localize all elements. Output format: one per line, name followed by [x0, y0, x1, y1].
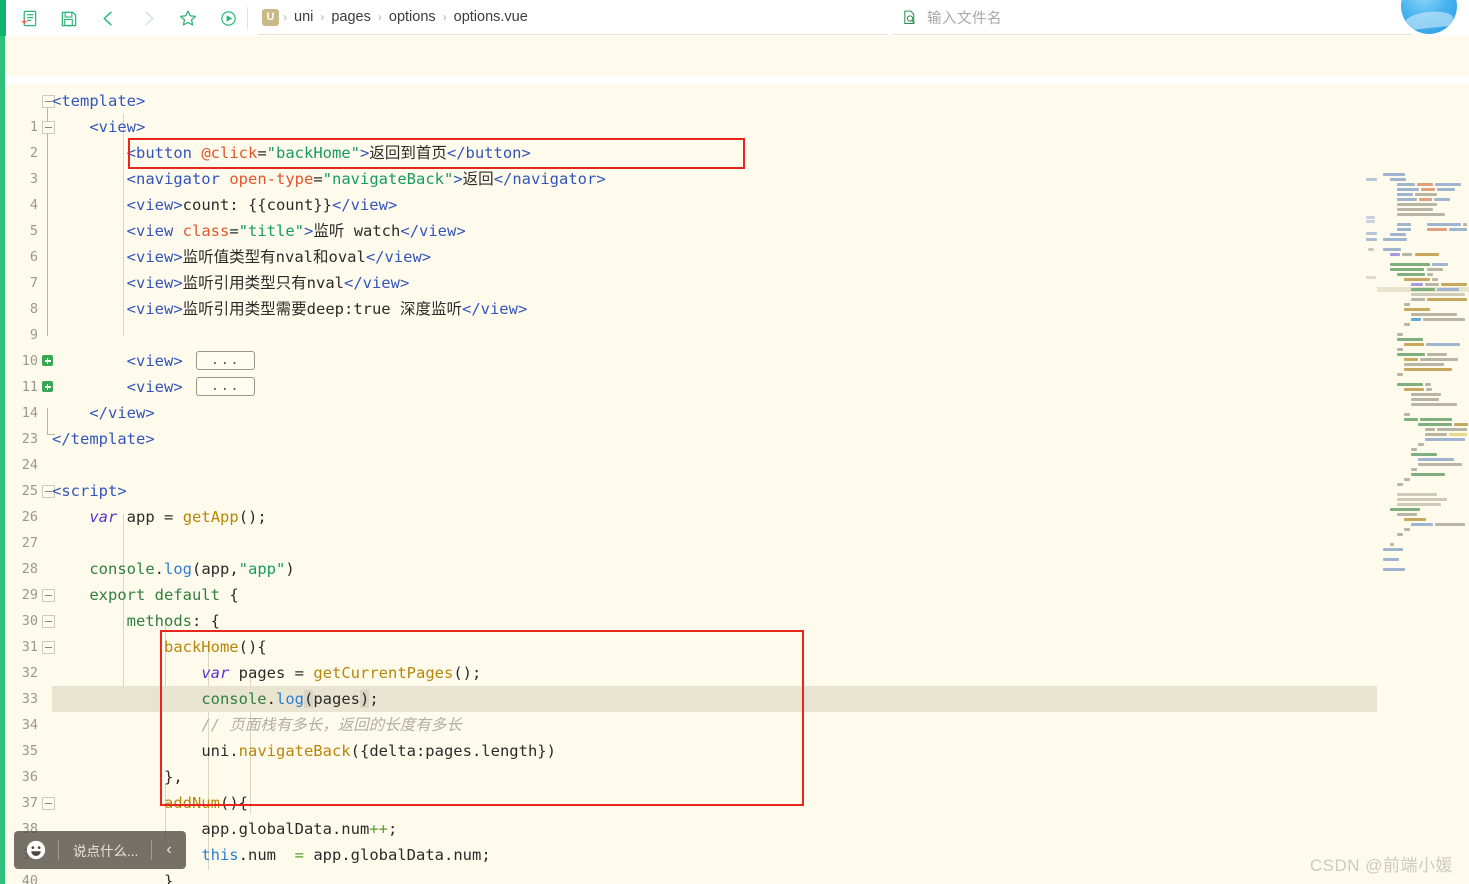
code-line[interactable]: 34 console.log(pages); — [0, 686, 1380, 733]
toolbar: U › uni › pages › options › options.vue … — [0, 0, 1469, 36]
line-text: var app = getApp(); — [89, 508, 267, 526]
scroll-marker — [1366, 220, 1375, 223]
code-line[interactable]: 30 export default { — [0, 582, 1380, 629]
breadcrumb-item-uni[interactable]: uni — [288, 9, 319, 25]
line-text: } — [163, 872, 174, 884]
line-text: console.log(app,"app") — [89, 560, 295, 578]
code-line[interactable]: 6 <view class="title">监听 watch</view> — [0, 218, 1380, 265]
line-text: methods: { — [126, 612, 220, 630]
breadcrumb-item-options-vue[interactable]: options.vue — [448, 9, 534, 25]
code-line[interactable]: 24 </template> — [0, 426, 1380, 473]
left-accent-rail-top — [0, 0, 6, 36]
line-text: <view> ... — [52, 348, 256, 374]
code-line[interactable]: 9 <view>监听引用类型需要deep:true 深度监听</view> — [0, 296, 1380, 343]
collapsed-code-chip[interactable]: ... — [196, 377, 256, 396]
line-text: <view> — [89, 118, 146, 136]
code-line[interactable]: 33 var pages = getCurrentPages(); — [0, 660, 1380, 707]
code-line[interactable]: 8 <view>监听引用类型只有nval</view> — [0, 270, 1380, 317]
code-editor[interactable]: 1 <template> 2 <view> 3 <button @click="… — [0, 84, 1469, 884]
project-badge-icon: U — [262, 8, 279, 26]
code-line[interactable]: 11 <view> ... — [0, 348, 1380, 395]
code-line[interactable]: 31 methods: { — [0, 608, 1380, 655]
code-line[interactable]: 38 addNum(){ — [0, 790, 1380, 837]
code-content[interactable]: 1 <template> 2 <view> 3 <button @click="… — [0, 88, 1380, 884]
line-text: <view>count: {{count}}</view> — [126, 196, 398, 214]
code-line[interactable]: 23 </view> — [0, 400, 1380, 447]
line-text: console.log(pages); — [201, 690, 379, 708]
line-text: <view>监听值类型有nval和oval</view> — [126, 248, 432, 266]
user-avatar[interactable] — [1401, 0, 1457, 34]
code-line[interactable]: 36 uni.navigateBack({delta:pages.length}… — [0, 738, 1380, 785]
code-line[interactable]: 10 — [0, 322, 1380, 369]
left-accent-rail — [0, 36, 5, 884]
code-line[interactable]: 39 app.globalData.num++; — [0, 816, 1380, 863]
code-line[interactable]: 40 this.num = app.globalData.num; — [0, 842, 1380, 884]
code-line[interactable]: 28 — [0, 530, 1380, 577]
comment-input-placeholder[interactable]: 说点什么... — [59, 840, 151, 860]
forward-arrow-icon[interactable] — [128, 0, 168, 36]
back-arrow-icon[interactable] — [88, 0, 128, 36]
line-text: </view> — [89, 404, 155, 422]
toolbar-icon-group — [8, 0, 248, 36]
new-file-icon[interactable] — [8, 0, 48, 36]
line-text: export default { — [89, 586, 239, 604]
file-search-icon — [901, 9, 918, 26]
line-text: // 页面栈有多长，返回的长度有多长 — [201, 716, 462, 734]
file-search-placeholder: 输入文件名 — [927, 10, 1002, 27]
code-line[interactable]: 25 — [0, 452, 1380, 499]
line-text: <button @click="backHome">返回到首页</button> — [126, 144, 531, 162]
scroll-marker — [1366, 216, 1375, 219]
collapse-chevron-icon[interactable]: ‹ — [152, 841, 186, 859]
code-line[interactable]: 4 <navigator open-type="navigateBack">返回… — [0, 166, 1380, 213]
line-text: <view> ... — [52, 374, 256, 400]
line-text: uni.navigateBack({delta:pages.length}) — [201, 742, 556, 760]
code-line[interactable]: 27 var app = getApp(); — [0, 504, 1380, 551]
code-line[interactable]: 35 // 页面栈有多长，返回的长度有多长 — [0, 712, 1380, 759]
minimap[interactable] — [1377, 172, 1469, 884]
code-line[interactable]: 37 }, — [0, 764, 1380, 811]
line-text: <template> — [52, 92, 146, 110]
smiley-icon[interactable] — [14, 839, 58, 861]
tab-bar — [0, 36, 1469, 76]
star-icon[interactable] — [168, 0, 208, 36]
code-line[interactable]: 5 <view>count: {{count}}</view> — [0, 192, 1380, 239]
scroll-marker — [1366, 232, 1377, 235]
line-text: }, — [163, 768, 183, 786]
code-line[interactable]: 7 <view>监听值类型有nval和oval</view> — [0, 244, 1380, 291]
scroll-marker — [1366, 238, 1377, 241]
scroll-marker-column[interactable] — [1363, 172, 1377, 884]
breadcrumb-item-pages[interactable]: pages — [325, 9, 377, 25]
line-text: <script> — [52, 482, 127, 500]
line-text: <navigator open-type="navigateBack">返回</… — [126, 170, 606, 188]
collapsed-code-chip[interactable]: ... — [196, 351, 256, 370]
scroll-marker — [1368, 248, 1374, 251]
line-text: </template> — [52, 430, 155, 448]
code-line[interactable]: 29 console.log(app,"app") — [0, 556, 1380, 603]
line-text: <view class="title">监听 watch</view> — [126, 222, 466, 240]
breadcrumb: U › uni › pages › options › options.vue — [258, 0, 888, 35]
watermark: CSDN @前端小媛 — [1309, 856, 1453, 875]
comment-widget[interactable]: 说点什么... ‹ — [14, 831, 186, 869]
run-icon[interactable] — [208, 0, 248, 36]
line-text: <view>监听引用类型需要deep:true 深度监听</view> — [126, 300, 528, 318]
line-text: addNum(){ — [163, 794, 248, 812]
breadcrumb-item-options[interactable]: options — [383, 9, 442, 25]
save-icon[interactable] — [48, 0, 88, 36]
line-text: var pages = getCurrentPages(); — [201, 664, 482, 682]
scroll-marker — [1366, 178, 1377, 181]
code-line[interactable]: 1 <template> — [0, 88, 1380, 135]
code-line[interactable]: 41 } — [0, 868, 1380, 884]
file-search-box[interactable]: 输入文件名 — [893, 0, 1413, 35]
code-line[interactable]: 26 <script> — [0, 478, 1380, 525]
code-line[interactable]: 14 <view> ... — [0, 374, 1380, 421]
code-editor-window: U › uni › pages › options › options.vue … — [0, 0, 1469, 884]
line-text: <view>监听引用类型只有nval</view> — [126, 274, 410, 292]
code-line[interactable]: 32 backHome(){ — [0, 634, 1380, 681]
code-line[interactable]: 2 <view> — [0, 114, 1380, 161]
toolbar-divider — [247, 7, 248, 29]
scroll-marker — [1366, 276, 1376, 279]
line-text: backHome(){ — [163, 638, 267, 656]
code-line[interactable]: 3 <button @click="backHome">返回到首页</butto… — [0, 140, 1380, 187]
